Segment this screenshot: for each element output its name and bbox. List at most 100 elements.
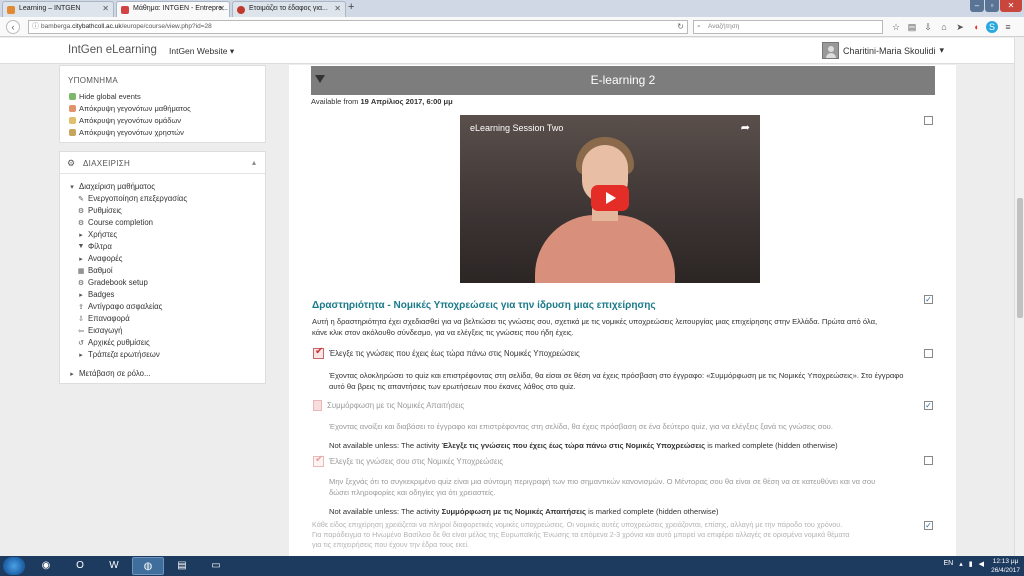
section-header[interactable]: E-learning 2 <box>311 66 935 95</box>
restriction-prefix: Not available unless: The activity <box>329 507 442 516</box>
tray-arrow-icon[interactable]: ▴ <box>959 560 963 568</box>
completion-checkbox-checked[interactable]: ✓ <box>924 521 933 530</box>
page-scrollbar[interactable] <box>1014 38 1024 556</box>
tree-label: Course completion <box>88 218 154 227</box>
bookmarks-icon[interactable]: ▤ <box>906 21 918 33</box>
back-button[interactable]: ‹ <box>6 20 20 34</box>
site-info-icon[interactable]: ⓘ <box>32 21 39 33</box>
collapse-icon[interactable]: ▴ <box>252 158 256 167</box>
browser-toolbar: ☆ ▤ ⇩ ⌂ ➤ ◖ S ≡ <box>890 21 1014 33</box>
tree-item-users[interactable]: ▸ Χρήστες <box>77 230 117 239</box>
completion-checkbox-checked[interactable]: ✓ <box>924 401 933 410</box>
video-title[interactable]: eLearning Session Two <box>470 123 563 133</box>
caret-down-icon: ▾ <box>229 46 235 56</box>
site-menu[interactable]: IntGen Website ▾ <box>169 46 234 57</box>
tree-item-gradebook-setup[interactable]: ⚙ Gradebook setup <box>77 278 148 287</box>
event-toggle-course[interactable]: Απόκρυψη γεγονότων μαθήματος <box>69 104 191 113</box>
document-restriction: Not available unless: The activity Έλεγξ… <box>329 440 929 451</box>
avatar <box>821 42 839 59</box>
star-icon[interactable]: ☆ <box>890 21 902 33</box>
event-color-icon <box>69 117 76 124</box>
block-title: ΔΙΑΧΕΙΡΙΣΗ <box>83 159 131 168</box>
tree-label: Badges <box>88 290 115 299</box>
tree-label: Βαθμοί <box>88 266 113 275</box>
event-toggle-global[interactable]: Hide global events <box>69 92 141 101</box>
tab-label: Μάθημα: INTGEN - Entrepre... <box>133 5 228 12</box>
brand-link[interactable]: IntGen eLearning <box>68 44 157 56</box>
explorer-icon[interactable]: ▤ <box>166 557 198 575</box>
menu-icon[interactable]: ≡ <box>1002 21 1014 33</box>
word-icon[interactable]: W <box>98 557 130 575</box>
tree-item-grades[interactable]: ▦ Βαθμοί <box>77 266 113 275</box>
new-tab-button[interactable]: + <box>348 1 354 13</box>
outlook-icon[interactable]: O <box>64 557 96 575</box>
user-menu[interactable]: Charitini-Maria Skoulidi ▾ <box>821 42 944 59</box>
tree-item-reports[interactable]: ▸ Αναφορές <box>77 254 122 263</box>
tree-item-edit[interactable]: ✎ Ενεργοποίηση επεξεργασίας <box>77 194 187 203</box>
firefox-icon[interactable]: ◍ <box>132 557 164 575</box>
search-input[interactable]: ⌕ Αναζήτηση <box>693 20 883 34</box>
tree-item-restore[interactable]: ⇩ Επαναφορά <box>77 314 130 323</box>
tree-item-filters[interactable]: ▼ Φίλτρα <box>77 242 112 251</box>
restriction-suffix: is marked complete (hidden otherwise) <box>705 441 838 450</box>
tab-learning-intgen[interactable]: Learning – INTGEN ✕ <box>2 1 114 17</box>
backup-icon: ⇪ <box>78 303 84 311</box>
activity-link-label: Έλεγξε τις γνώσεις που έχεις έως τώρα πά… <box>329 349 580 358</box>
label-line: Για παράδειγμα το Ηνωμένο Βασίλειο δε θα… <box>312 530 850 539</box>
scrollbar-thumb[interactable] <box>1017 198 1023 318</box>
event-toggle-groups[interactable]: Απόκρυψη γεγονότων ομάδων <box>69 116 181 125</box>
taskbar-clock[interactable]: 12:13 μμ 26/4/2017 <box>991 557 1020 575</box>
close-tab-icon[interactable]: ✕ <box>334 4 341 13</box>
tree-item-completion[interactable]: ⚙ Course completion <box>77 218 153 227</box>
play-button[interactable] <box>591 185 629 211</box>
completion-checkbox[interactable] <box>924 116 933 125</box>
home-icon[interactable]: ⌂ <box>938 21 950 33</box>
folder-icon[interactable]: ▭ <box>200 557 232 575</box>
volume-icon[interactable]: ◀ <box>979 560 984 568</box>
event-label: Απόκρυψη γεγονότων χρηστών <box>79 128 184 137</box>
block-header[interactable]: ⚙ ΔΙΑΧΕΙΡΙΣΗ ▴ <box>60 152 265 174</box>
completion-checkbox-checked[interactable]: ✓ <box>924 295 933 304</box>
expand-caret-icon: ▸ <box>70 370 74 378</box>
tree-item-course-admin[interactable]: ▾ Διαχείριση μαθήματος <box>68 182 155 191</box>
quiz-link-initial[interactable]: Έλεγξε τις γνώσεις που έχεις έως τώρα πά… <box>313 346 580 359</box>
download-icon[interactable]: ⇩ <box>922 21 934 33</box>
completion-checkbox[interactable] <box>924 456 933 465</box>
network-icon[interactable]: ▮ <box>969 560 973 568</box>
close-tab-icon[interactable]: ✕ <box>102 4 109 13</box>
minimize-button[interactable]: – <box>970 0 984 12</box>
tab-course-intgen[interactable]: Μάθημα: INTGEN - Entrepre... ✕ <box>116 1 230 17</box>
description-line: αυτό θα βρεις τις απαντήσεις των ερωτήσε… <box>329 382 576 391</box>
send-icon[interactable]: ➤ <box>954 21 966 33</box>
document-description: Έχοντας ανοίξει και διαβάσει το έγγραφο … <box>329 422 833 431</box>
tree-item-backup[interactable]: ⇪ Αντίγραφο ασφαλείας <box>77 302 162 311</box>
tree-item-question-bank[interactable]: ▸ Τράπεζα ερωτήσεων <box>77 350 160 359</box>
event-toggle-users[interactable]: Απόκρυψη γεγονότων χρηστών <box>69 128 184 137</box>
video-player[interactable]: eLearning Session Two ➦ <box>460 115 760 283</box>
tab-favicon <box>121 6 129 14</box>
tree-item-reset[interactable]: ↺ Αρχικές ρυθμίσεις <box>77 338 150 347</box>
tree-item-settings[interactable]: ⚙ Ρυθμίσεις <box>77 206 122 215</box>
document-link[interactable]: Συμμόρφωση με τις Νομικές Απαιτήσεις <box>313 400 464 411</box>
clock-time: 12:13 μμ <box>992 558 1019 565</box>
completion-checkbox[interactable] <box>924 349 933 358</box>
expand-caret-icon: ▸ <box>79 255 83 263</box>
close-tab-icon[interactable]: ✕ <box>218 4 225 13</box>
tree-label: Φίλτρα <box>88 242 112 251</box>
skype-icon[interactable]: S <box>986 21 998 33</box>
quiz-link-second[interactable]: Έλεγξε τις γνώσεις σου στις Νομικές Υποχ… <box>313 454 503 467</box>
chrome-icon[interactable]: ◉ <box>30 557 62 575</box>
share-icon[interactable]: ➦ <box>741 121 750 134</box>
tree-item-import[interactable]: ⇦ Εισαγωγή <box>77 326 122 335</box>
tab-article[interactable]: Ετοιμάζει το έδαφος για... ✕ <box>232 1 346 17</box>
start-button[interactable] <box>3 557 25 575</box>
maximize-button[interactable]: ▫ <box>985 0 999 12</box>
reload-icon[interactable]: ↻ <box>677 21 684 33</box>
language-indicator[interactable]: EN <box>944 560 954 568</box>
tree-item-switch-role[interactable]: ▸ Μετάβαση σε ρόλο... <box>68 369 150 378</box>
tree-item-badges[interactable]: ▸ Badges <box>77 290 114 299</box>
close-window-button[interactable]: ✕ <box>1000 0 1022 12</box>
pocket-icon[interactable]: ◖ <box>970 21 982 33</box>
url-bar[interactable]: ⓘ bamberga.citybathcoll.ac.uk/europe/cou… <box>28 20 688 34</box>
tab-favicon <box>7 6 15 14</box>
